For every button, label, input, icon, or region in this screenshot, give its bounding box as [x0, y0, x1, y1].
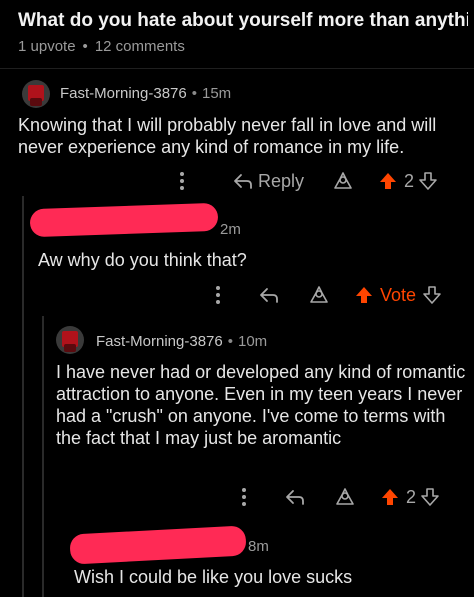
comment-count[interactable]: 12 comments	[95, 38, 185, 55]
score: 2	[404, 170, 415, 191]
upvote-arrow-icon[interactable]	[354, 285, 374, 305]
reply-arrow-icon[interactable]	[284, 488, 306, 506]
comment-time: 2m	[220, 221, 241, 238]
upvote-arrow-icon[interactable]	[380, 487, 400, 507]
comment-time: 8m	[248, 538, 269, 555]
avatar[interactable]	[22, 80, 50, 108]
comment-time: 10m	[238, 333, 268, 350]
username[interactable]: Fast-Morning-3876	[60, 85, 187, 102]
award-icon[interactable]	[308, 284, 330, 306]
comment-author: 8m	[248, 538, 269, 555]
thread-line[interactable]	[42, 316, 44, 597]
comment-actions: Vote	[210, 282, 470, 308]
award-icon[interactable]	[334, 486, 356, 508]
comment-author: Fast-Morning-3876 • 15m	[60, 85, 231, 102]
more-vertical-icon[interactable]	[236, 488, 252, 506]
comment-author: Fast-Morning-3876 • 10m	[96, 333, 267, 350]
post-header: What do you hate about yourself more tha…	[0, 0, 474, 69]
award-icon[interactable]	[332, 170, 354, 192]
downvote-arrow-icon[interactable]	[422, 285, 442, 305]
post-meta: 1 upvote • 12 comments	[18, 38, 185, 55]
meta-separator: •	[227, 333, 233, 350]
comment-body: Wish I could be like you love sucks	[74, 567, 353, 587]
more-vertical-icon[interactable]	[172, 172, 192, 190]
comment-author: 2m	[220, 221, 241, 238]
upvote-count: 1 upvote	[18, 38, 76, 55]
avatar[interactable]	[56, 326, 84, 354]
reply-arrow-icon[interactable]	[232, 172, 254, 190]
more-vertical-icon[interactable]	[210, 286, 226, 304]
reply-button[interactable]: Reply	[258, 171, 304, 192]
meta-separator: •	[191, 85, 197, 102]
post-title[interactable]: What do you hate about yourself more tha…	[18, 10, 468, 32]
comment-actions: Reply 2	[172, 168, 462, 194]
redacted-username	[29, 202, 219, 238]
comment-actions: 2	[236, 484, 470, 510]
comment-body: Knowing that I will probably never fall …	[18, 115, 437, 157]
redacted-username	[69, 525, 247, 565]
comment-body: Aw why do you think that?	[38, 250, 247, 270]
username[interactable]: Fast-Morning-3876	[96, 333, 223, 350]
downvote-arrow-icon[interactable]	[420, 487, 440, 507]
upvote-arrow-icon[interactable]	[378, 171, 398, 191]
score: 2	[406, 486, 417, 507]
comment-body: I have never had or developed any kind o…	[56, 362, 466, 448]
comment-time: 15m	[202, 85, 232, 102]
thread-line[interactable]	[22, 196, 24, 597]
downvote-arrow-icon[interactable]	[418, 171, 438, 191]
vote-label: Vote	[380, 284, 417, 305]
meta-separator: •	[82, 38, 88, 55]
reply-arrow-icon[interactable]	[258, 286, 280, 304]
